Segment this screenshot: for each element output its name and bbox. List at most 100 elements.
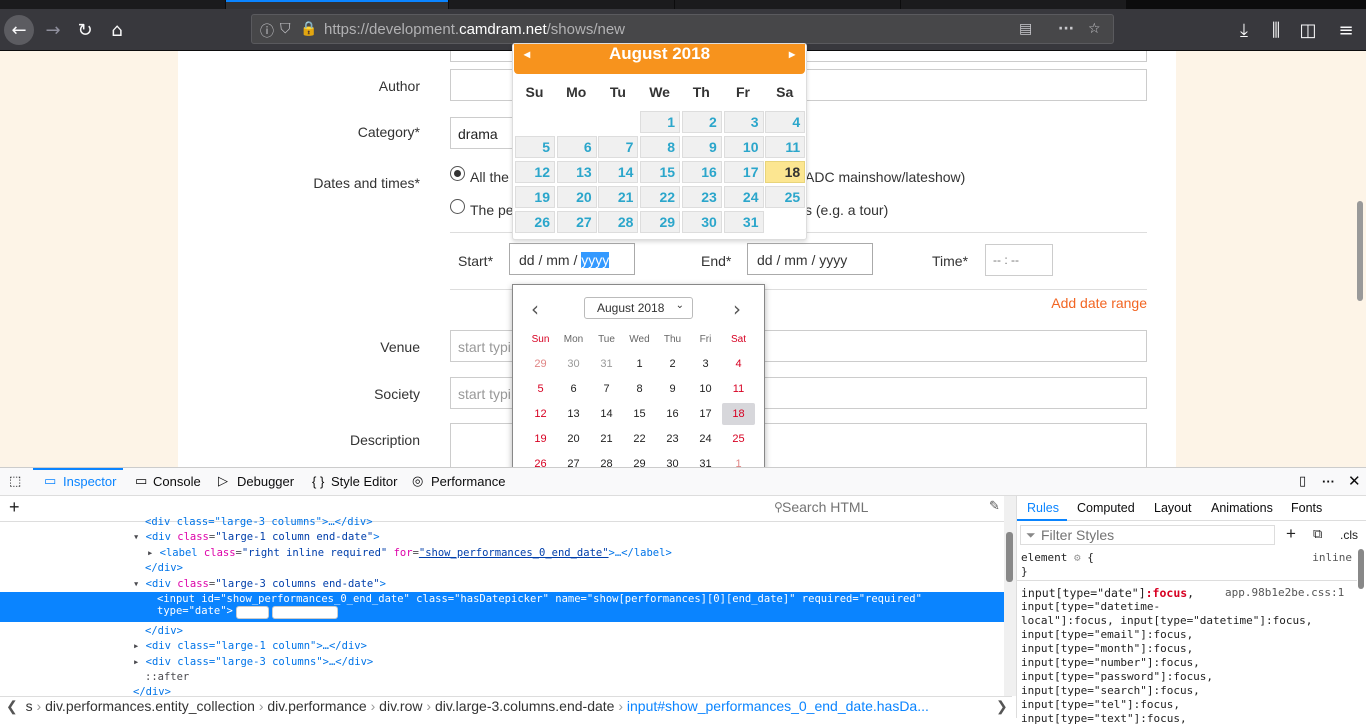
- breadcrumb-left-arrow-icon[interactable]: ❮: [0, 698, 22, 714]
- picker-day[interactable]: 11: [722, 378, 755, 400]
- datepicker-day[interactable]: 22: [640, 186, 681, 208]
- datepicker-day[interactable]: 28: [598, 211, 639, 233]
- tab-inspector[interactable]: Inspector: [63, 474, 116, 489]
- filter-styles-input[interactable]: ⏷ Filter Styles: [1020, 525, 1275, 545]
- breadcrumb-item[interactable]: div.performances.entity_collection: [45, 698, 255, 714]
- picker-day[interactable]: 9: [656, 378, 689, 400]
- picker-day[interactable]: 22: [623, 428, 656, 450]
- picker-day[interactable]: 2: [656, 353, 689, 375]
- datepicker-day[interactable]: 12: [515, 161, 555, 183]
- markup-line[interactable]: </div>: [145, 562, 183, 578]
- picker-day[interactable]: 23: [656, 428, 689, 450]
- picker-day[interactable]: 29: [524, 353, 557, 375]
- breadcrumb-right-arrow-icon[interactable]: ❯: [996, 698, 1008, 715]
- datepicker-day[interactable]: 18: [765, 161, 806, 183]
- tab-style-editor[interactable]: Style Editor: [331, 474, 397, 489]
- picker-day[interactable]: 18: [722, 403, 755, 425]
- picker-day[interactable]: 15: [623, 403, 656, 425]
- tab-3[interactable]: [449, 0, 674, 9]
- picker-day[interactable]: 31: [590, 353, 623, 375]
- end-date-input[interactable]: dd / mm / yyyy: [747, 243, 873, 275]
- bookmark-star-icon[interactable]: ☆: [1088, 21, 1101, 37]
- gear-icon[interactable]: ⚙: [1074, 551, 1081, 564]
- tab-1[interactable]: [0, 0, 225, 9]
- markup-line[interactable]: </div>: [133, 686, 171, 696]
- info-icon[interactable]: ⓘ: [260, 21, 274, 41]
- tracking-shield-icon[interactable]: ⛉: [280, 21, 291, 37]
- datepicker-day[interactable]: 16: [681, 161, 722, 183]
- datepicker-day[interactable]: 14: [598, 161, 639, 183]
- stylesheet-link[interactable]: app.98b1e2be.css:1: [1225, 586, 1344, 599]
- picker-day[interactable]: 17: [689, 403, 722, 425]
- markup-line[interactable]: ::after: [145, 671, 189, 687]
- add-date-range-link[interactable]: Add date range: [1051, 295, 1147, 311]
- picker-day[interactable]: 19: [524, 428, 557, 450]
- tab-animations[interactable]: Animations: [1211, 501, 1273, 515]
- tab-4[interactable]: [675, 0, 900, 9]
- tab-debugger[interactable]: Debugger: [237, 474, 294, 489]
- datepicker-day[interactable]: 8: [640, 136, 681, 158]
- picker-day[interactable]: 4: [722, 353, 755, 375]
- datepicker-day[interactable]: 20: [556, 186, 597, 208]
- breadcrumb-item[interactable]: div.large-3.columns.end-date: [435, 698, 615, 714]
- picker-day[interactable]: 25: [722, 428, 755, 450]
- download-icon[interactable]: ⤓: [1229, 15, 1259, 45]
- rules-scrollbar[interactable]: [1356, 541, 1366, 718]
- datepicker-day[interactable]: 23: [681, 186, 722, 208]
- markup-scrollbar-thumb[interactable]: [1006, 532, 1013, 582]
- display-badge[interactable]: inline-flex: [271, 606, 338, 619]
- tab-computed[interactable]: Computed: [1077, 501, 1135, 515]
- tab-active[interactable]: [226, 0, 448, 9]
- datepicker-day[interactable]: 29: [640, 211, 681, 233]
- radio-all-same[interactable]: [450, 166, 465, 181]
- datepicker-day[interactable]: 11: [765, 136, 806, 158]
- month-year-select[interactable]: August 2018 ⌄: [584, 297, 693, 319]
- tab-fonts[interactable]: Fonts: [1291, 501, 1322, 515]
- datepicker-day[interactable]: 5: [515, 136, 555, 158]
- tab-console[interactable]: Console: [153, 474, 201, 489]
- tab-5[interactable]: [901, 0, 1126, 9]
- breadcrumb-item[interactable]: div.row: [379, 698, 422, 714]
- picker-day[interactable]: 7: [590, 378, 623, 400]
- menu-icon[interactable]: ≡: [1331, 15, 1361, 45]
- add-rule-icon[interactable]: +: [1286, 524, 1296, 544]
- reload-icon[interactable]: ↻: [70, 15, 100, 45]
- lock-icon[interactable]: 🔒: [300, 21, 317, 37]
- back-arrow-icon[interactable]: ←: [4, 15, 34, 45]
- picker-day[interactable]: 5: [524, 378, 557, 400]
- forward-arrow-icon[interactable]: →: [38, 15, 68, 45]
- start-date-input[interactable]: dd / mm / yyyy: [509, 243, 635, 275]
- add-node-icon[interactable]: +: [9, 497, 20, 518]
- picker-day[interactable]: 6: [557, 378, 590, 400]
- datepicker-day[interactable]: 24: [723, 186, 764, 208]
- picker-day[interactable]: 21: [590, 428, 623, 450]
- datepicker-day[interactable]: 27: [556, 211, 597, 233]
- datepicker-day[interactable]: 17: [723, 161, 764, 183]
- datepicker-day[interactable]: 30: [681, 211, 722, 233]
- prev-month-icon[interactable]: ◂: [524, 44, 530, 64]
- tab-layout[interactable]: Layout: [1154, 501, 1192, 515]
- picker-day[interactable]: 13: [557, 403, 590, 425]
- page-scrollbar[interactable]: [1354, 51, 1366, 467]
- datepicker-day[interactable]: 21: [598, 186, 639, 208]
- next-month-icon[interactable]: ›: [733, 297, 741, 321]
- rules-scrollbar-thumb[interactable]: [1358, 549, 1364, 589]
- datepicker-day[interactable]: 15: [640, 161, 681, 183]
- datepicker-day[interactable]: 31: [723, 211, 764, 233]
- more-options-icon[interactable]: ···: [1322, 474, 1335, 489]
- picker-day[interactable]: 10: [689, 378, 722, 400]
- url-text[interactable]: https://development.camdram.net/shows/ne…: [324, 21, 625, 38]
- picker-day[interactable]: 3: [689, 353, 722, 375]
- library-icon[interactable]: ⫼: [1261, 15, 1291, 45]
- datepicker-day[interactable]: 3: [723, 111, 764, 133]
- picker-day[interactable]: 14: [590, 403, 623, 425]
- picker-day[interactable]: 16: [656, 403, 689, 425]
- toggle-pseudo-class-icon[interactable]: ⧉: [1313, 527, 1322, 542]
- datepicker-day[interactable]: 1: [640, 111, 681, 133]
- radio-varying[interactable]: [450, 199, 465, 214]
- datepicker-day[interactable]: 13: [556, 161, 597, 183]
- sidebar-icon[interactable]: ◫: [1293, 15, 1323, 45]
- tab-rules[interactable]: Rules: [1027, 501, 1059, 515]
- picker-day[interactable]: 30: [557, 353, 590, 375]
- datepicker-day[interactable]: 19: [515, 186, 555, 208]
